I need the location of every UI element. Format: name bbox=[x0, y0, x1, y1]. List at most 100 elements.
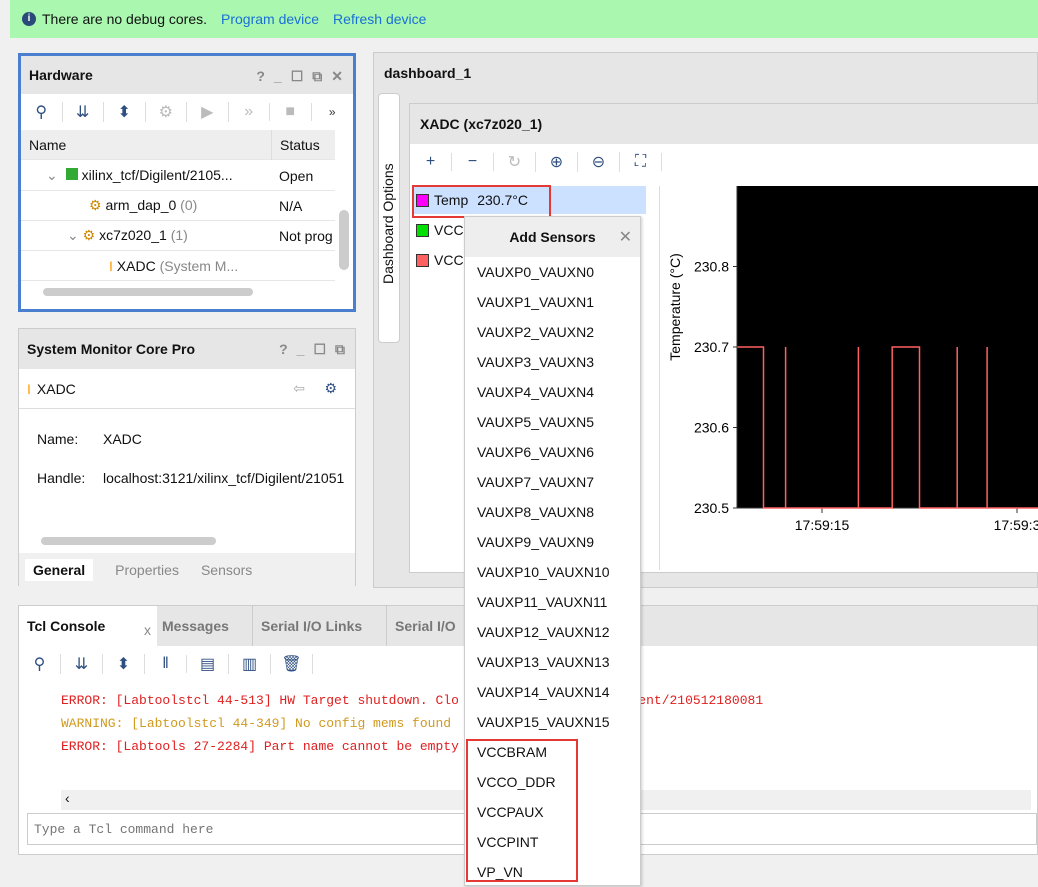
xadc-icon: I bbox=[109, 258, 113, 274]
search-icon[interactable]: ⚲ bbox=[19, 654, 61, 674]
tree-row[interactable]: ⌄ ⚙ xc7z020_1 (1)Not prog bbox=[21, 221, 335, 251]
sensor-menu-item[interactable]: VAUXP8_VAUXN8 bbox=[465, 497, 640, 527]
sensor-menu-item[interactable]: VAUXP14_VAUXN14 bbox=[465, 677, 640, 707]
console-line: ERROR: [Labtoolstcl 44-513] HW Target sh… bbox=[61, 693, 763, 708]
sensor-menu-item[interactable]: VAUXP11_VAUXN11 bbox=[465, 587, 640, 617]
search-icon[interactable]: ⚲ bbox=[21, 102, 63, 122]
x-tick-label: 17:59:15 bbox=[795, 517, 850, 533]
y-tick-label: 230.5 bbox=[694, 500, 729, 516]
horizontal-scrollbar[interactable] bbox=[41, 537, 216, 545]
fit-icon[interactable]: ⛶ bbox=[620, 153, 662, 171]
column-status[interactable]: Status bbox=[271, 130, 320, 160]
sensor-name: VCC bbox=[434, 252, 464, 268]
maximize-icon[interactable]: ☐ bbox=[313, 341, 326, 358]
board-icon bbox=[66, 168, 78, 180]
back-icon[interactable]: ⇦ bbox=[293, 380, 305, 397]
program-device-link[interactable]: Program device bbox=[221, 11, 319, 27]
fast-forward-icon[interactable]: » bbox=[229, 103, 271, 121]
refresh-icon[interactable]: ↻ bbox=[494, 152, 536, 172]
columns-icon[interactable]: ▥ bbox=[229, 654, 271, 674]
console-line: ERROR: [Labtools 27-2284] Part name cann… bbox=[61, 739, 459, 754]
info-banner: i There are no debug cores. Program devi… bbox=[10, 0, 1038, 38]
delete-icon[interactable]: 🗑 bbox=[271, 654, 313, 674]
connect-icon[interactable]: ⚙ bbox=[146, 102, 188, 122]
vertical-scrollbar[interactable] bbox=[339, 210, 349, 270]
sensor-menu-item[interactable]: VAUXP9_VAUXN9 bbox=[465, 527, 640, 557]
tab-properties[interactable]: Properties bbox=[115, 562, 179, 578]
sensor-menu-item[interactable]: VAUXP0_VAUXN0 bbox=[465, 257, 640, 287]
expand-all-icon[interactable]: ⬍ bbox=[104, 102, 146, 122]
sensor-menu-item[interactable]: VAUXP2_VAUXN2 bbox=[465, 317, 640, 347]
highlight-box bbox=[412, 185, 551, 218]
pause-icon[interactable]: ‖ bbox=[145, 655, 187, 673]
chip-icon: ⚙ bbox=[89, 197, 102, 213]
close-icon[interactable]: x bbox=[144, 622, 151, 638]
sensor-menu-item[interactable]: VAUXP15_VAUXN15 bbox=[465, 707, 640, 737]
tab-serial-io[interactable]: Serial I/O bbox=[387, 606, 467, 646]
zoom-out-icon[interactable]: ⊖ bbox=[578, 152, 620, 172]
run-icon[interactable]: ▶ bbox=[187, 102, 229, 122]
help-icon[interactable]: ? bbox=[279, 341, 288, 358]
add-icon[interactable]: + bbox=[410, 153, 452, 171]
tab-sensors[interactable]: Sensors bbox=[201, 562, 252, 578]
tree-row[interactable]: ⚙ arm_dap_0 (0)N/A bbox=[21, 191, 335, 221]
properties-title: System Monitor Core Pro bbox=[27, 341, 195, 357]
y-axis-label: Temperature (°C) bbox=[667, 253, 683, 361]
close-icon[interactable]: ✕ bbox=[619, 227, 632, 247]
tab-messages[interactable]: Messages bbox=[157, 606, 253, 646]
tree-row[interactable]: ⌄ xilinx_tcf/Digilent/2105...Open bbox=[21, 161, 335, 191]
sensor-menu-item[interactable]: VAUXP5_VAUXN5 bbox=[465, 407, 640, 437]
float-icon[interactable]: ⧉ bbox=[312, 68, 322, 85]
copy-icon[interactable]: ▤ bbox=[187, 654, 229, 674]
sensor-menu-item[interactable]: VAUXP12_VAUXN12 bbox=[465, 617, 640, 647]
y-tick-label: 230.7 bbox=[694, 339, 729, 355]
y-tick-label: 230.8 bbox=[694, 259, 729, 275]
settings-icon[interactable]: ⚙ bbox=[324, 380, 337, 397]
handle-value: localhost:3121/xilinx_tcf/Digilent/21051 bbox=[103, 470, 353, 486]
close-icon[interactable]: ✕ bbox=[331, 68, 343, 85]
maximize-icon[interactable]: ☐ bbox=[291, 68, 304, 85]
sensor-menu-item[interactable]: VAUXP10_VAUXN10 bbox=[465, 557, 640, 587]
info-icon: i bbox=[22, 12, 36, 26]
sensor-menu-item[interactable]: VAUXP6_VAUXN6 bbox=[465, 437, 640, 467]
stop-icon[interactable]: ■ bbox=[270, 103, 312, 121]
x-tick-label: 17:59:3 bbox=[994, 517, 1038, 533]
float-icon[interactable]: ⧉ bbox=[335, 341, 345, 358]
object-name: XADC bbox=[37, 381, 76, 397]
xadc-title: XADC (xc7z020_1) bbox=[410, 104, 1038, 144]
xadc-icon: I bbox=[27, 381, 31, 397]
collapse-all-icon[interactable]: ⇊ bbox=[61, 654, 103, 674]
sensor-color-swatch bbox=[416, 224, 429, 237]
handle-label: Handle: bbox=[37, 470, 85, 486]
name-value: XADC bbox=[103, 431, 142, 447]
highlight-box bbox=[466, 739, 578, 882]
sensor-name: VCC bbox=[434, 222, 464, 238]
sensor-menu-item[interactable]: VAUXP13_VAUXN13 bbox=[465, 647, 640, 677]
tab-tcl-console[interactable]: Tcl Consolex bbox=[19, 606, 157, 646]
column-name[interactable]: Name bbox=[21, 137, 271, 153]
dashboard-options-tab[interactable]: Dashboard Options bbox=[378, 93, 400, 343]
help-icon[interactable]: ? bbox=[256, 68, 265, 85]
sensor-menu-item[interactable]: VAUXP3_VAUXN3 bbox=[465, 347, 640, 377]
minimize-icon[interactable]: _ bbox=[297, 341, 305, 358]
minimize-icon[interactable]: _ bbox=[274, 68, 282, 85]
name-label: Name: bbox=[37, 431, 78, 447]
tree-row[interactable]: I XADC (System M... bbox=[21, 251, 335, 281]
sensor-menu-item[interactable]: VAUXP4_VAUXN4 bbox=[465, 377, 640, 407]
sensor-menu-item[interactable]: VAUXP7_VAUXN7 bbox=[465, 467, 640, 497]
expand-all-icon[interactable]: ⬍ bbox=[103, 654, 145, 674]
collapse-all-icon[interactable]: ⇊ bbox=[63, 102, 105, 122]
hardware-title: Hardware bbox=[29, 67, 93, 83]
console-line: WARNING: [Labtoolstcl 44-349] No config … bbox=[61, 716, 451, 731]
horizontal-scrollbar[interactable] bbox=[43, 288, 253, 296]
more-icon[interactable]: » bbox=[312, 105, 353, 119]
remove-icon[interactable]: − bbox=[452, 153, 494, 171]
tab-general[interactable]: General bbox=[25, 559, 93, 581]
hardware-panel: Hardware ?_☐⧉✕ ⚲⇊⬍⚙▶»■» NameStatus ⌄ xil… bbox=[18, 53, 356, 312]
sensor-color-swatch bbox=[416, 254, 429, 267]
zoom-in-icon[interactable]: ⊕ bbox=[536, 152, 578, 172]
tab-serial-io-links[interactable]: Serial I/O Links bbox=[253, 606, 387, 646]
refresh-device-link[interactable]: Refresh device bbox=[333, 11, 426, 27]
add-sensors-title: Add Sensors bbox=[509, 229, 595, 245]
sensor-menu-item[interactable]: VAUXP1_VAUXN1 bbox=[465, 287, 640, 317]
